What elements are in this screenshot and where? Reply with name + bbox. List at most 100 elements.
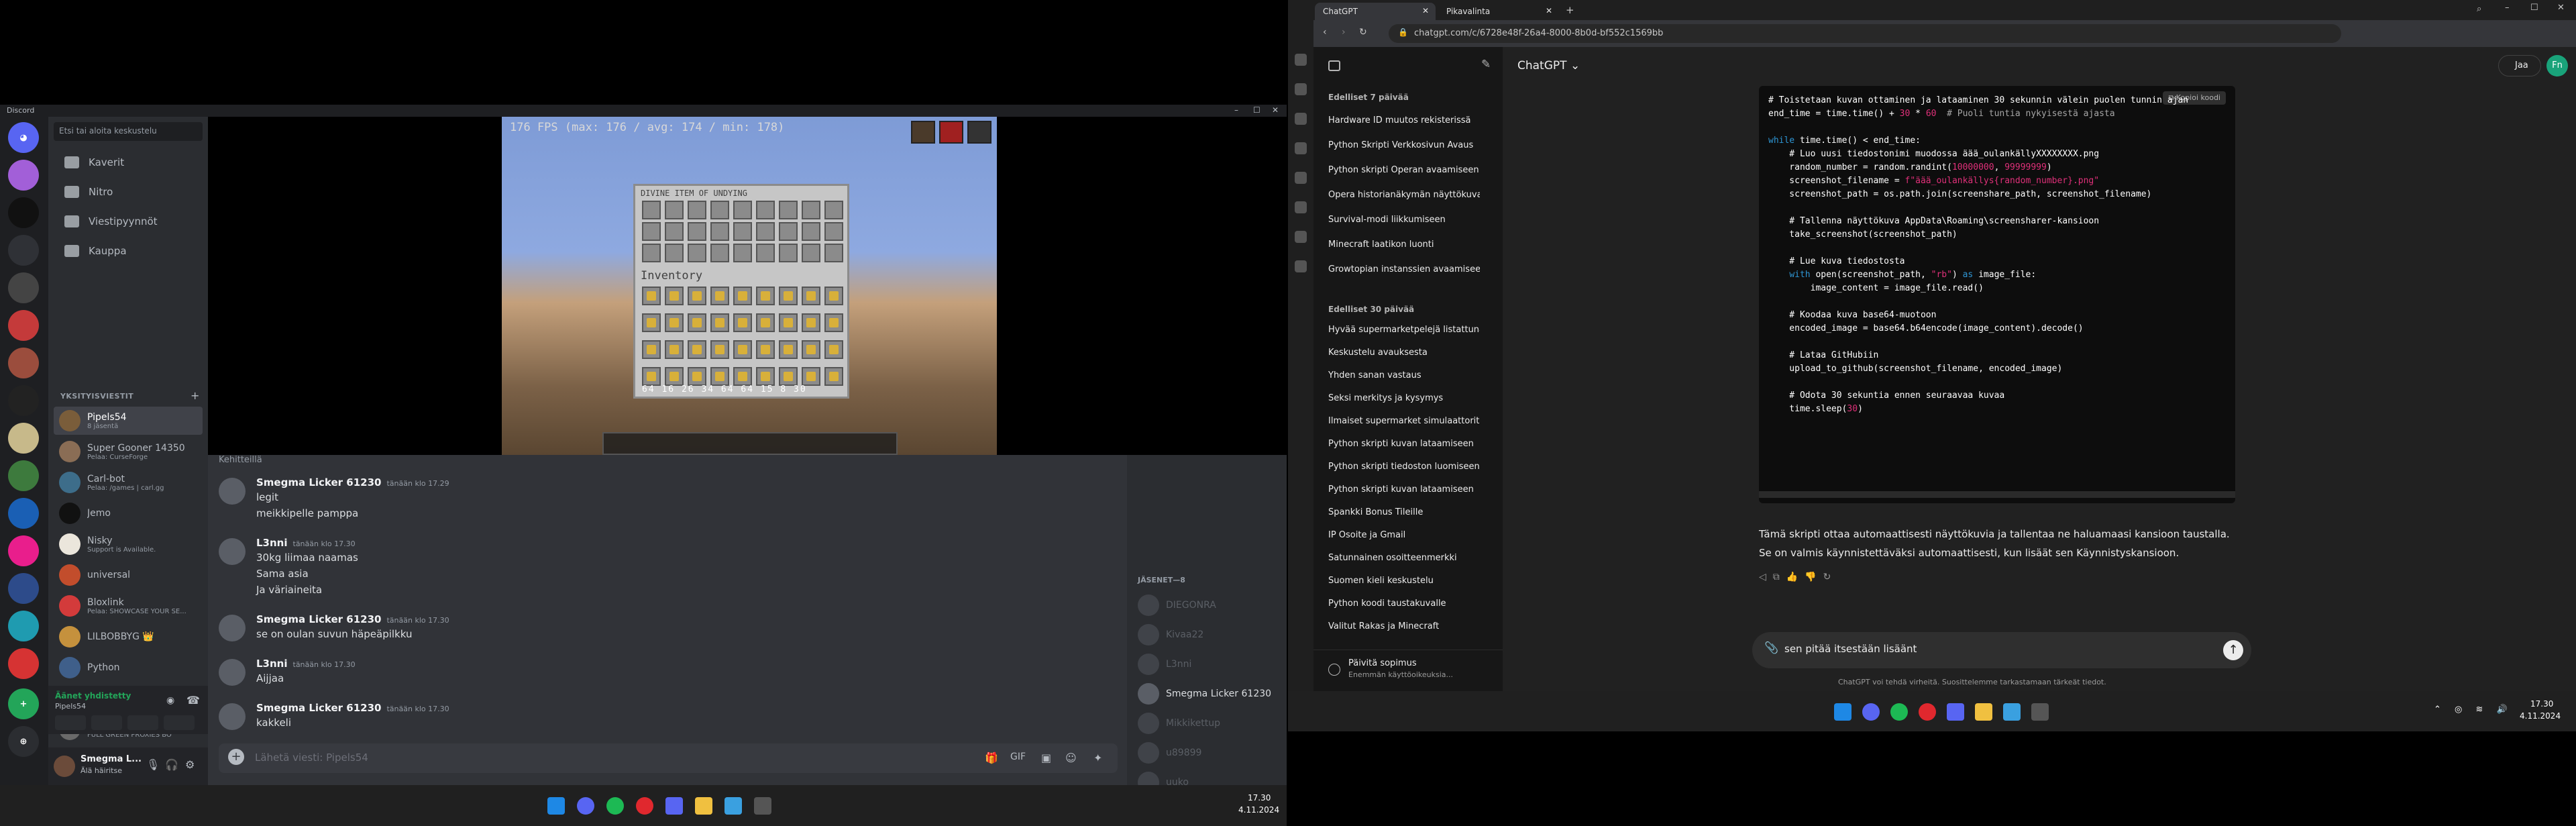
- tab-chatgpt[interactable]: ChatGPT ✕: [1315, 3, 1436, 20]
- conversation-item[interactable]: Satunnainen osoitteenmerkki: [1328, 553, 1480, 563]
- conversation-item[interactable]: Python skripti tiedoston luomiseen: [1328, 462, 1480, 472]
- author-name[interactable]: L3nni: [256, 537, 288, 549]
- discover-icon[interactable]: ⊕: [8, 726, 39, 757]
- horizontal-scrollbar[interactable]: [1759, 491, 2235, 498]
- server-icon[interactable]: [8, 197, 39, 228]
- apps-icon[interactable]: ✦: [1093, 752, 1102, 764]
- server-icon[interactable]: [8, 460, 39, 491]
- start-icon[interactable]: [1834, 703, 1851, 721]
- conversation-item[interactable]: Opera historianäkymän näyttökuva: [1328, 190, 1480, 200]
- app-icon[interactable]: [724, 797, 742, 815]
- tray-icons[interactable]: ⌃ ◎ ≋ 🔊: [2434, 705, 2513, 715]
- opera-icon[interactable]: [636, 797, 653, 815]
- sidebar-icon[interactable]: [1295, 172, 1307, 184]
- sidebar-toggle-icon[interactable]: [1328, 60, 1340, 71]
- conversation-item[interactable]: Python koodi taustakuvalle: [1328, 599, 1480, 609]
- new-tab-icon[interactable]: +: [1566, 4, 1574, 16]
- search-icon[interactable]: ⌕: [2477, 4, 2481, 14]
- conversation-item[interactable]: Survival-modi liikkumiseen: [1328, 215, 1480, 225]
- avatar[interactable]: [54, 756, 75, 777]
- thumbs-down-icon[interactable]: 👎: [1805, 572, 1823, 582]
- close-tab-icon[interactable]: ✕: [1546, 6, 1552, 15]
- gif-icon[interactable]: GIF: [1010, 752, 1026, 762]
- member-item[interactable]: Mikkikettup: [1138, 710, 1279, 737]
- server-icon[interactable]: [8, 535, 39, 566]
- dm-item[interactable]: LILBOBBYG 👑: [54, 623, 203, 651]
- author-name[interactable]: Smegma Licker 61230: [256, 613, 381, 625]
- headphones-icon[interactable]: 🎧: [165, 758, 178, 771]
- message-author[interactable]: Smegma Licker 61230 tänään klo 17.29: [256, 476, 449, 488]
- sidebar-icon[interactable]: [1295, 201, 1307, 213]
- screenshare-button[interactable]: [91, 715, 122, 730]
- conversation-item[interactable]: Growtopian instanssien avaamiseen: [1328, 264, 1480, 274]
- discord-taskbar-icon[interactable]: [1862, 703, 1880, 721]
- start-icon[interactable]: [547, 797, 565, 815]
- member-item[interactable]: L3nni: [1138, 651, 1279, 678]
- author-name[interactable]: L3nni: [256, 658, 288, 670]
- spotify-icon[interactable]: [606, 797, 624, 815]
- conversation-item[interactable]: Yhden sanan vastaus: [1328, 370, 1480, 380]
- back-icon[interactable]: ‹: [1323, 27, 1327, 38]
- reload-icon[interactable]: ↻: [1359, 27, 1367, 38]
- server-icon[interactable]: [8, 310, 39, 341]
- author-name[interactable]: Smegma Licker 61230: [256, 476, 381, 488]
- emoji-icon[interactable]: ☺: [1065, 752, 1077, 764]
- regenerate-icon[interactable]: ↻: [1823, 572, 1838, 582]
- disconnect-icon[interactable]: ☎: [186, 694, 200, 707]
- nav-friends[interactable]: Kaverit: [54, 149, 203, 176]
- conversation-item[interactable]: Keskustelu avauksesta: [1328, 348, 1480, 358]
- new-dm-icon[interactable]: +: [191, 389, 199, 402]
- conversation-item[interactable]: Hardware ID muutos rekisterissä: [1328, 115, 1480, 125]
- terminal-icon[interactable]: [2031, 703, 2049, 721]
- dm-item[interactable]: Carl-bot Pelaa: /games | carl.gg: [54, 468, 203, 497]
- server-icon[interactable]: [8, 235, 39, 266]
- dm-item[interactable]: Super Gooner 14350 Pelaa: CurseForge: [54, 437, 203, 466]
- close-tab-icon[interactable]: ✕: [1422, 6, 1429, 15]
- video-button[interactable]: [55, 715, 86, 730]
- avatar[interactable]: [219, 478, 246, 505]
- member-item[interactable]: DIEGONRA: [1138, 592, 1279, 619]
- avatar[interactable]: [219, 538, 246, 565]
- conversation-item[interactable]: Spankki Bonus Tileille: [1328, 507, 1480, 517]
- close-icon[interactable]: ✕: [2557, 3, 2565, 13]
- app-icon[interactable]: [2003, 703, 2021, 721]
- upgrade-panel[interactable]: Päivitä sopimus Enemmän käyttöoikeuksia.…: [1313, 650, 1503, 691]
- message-author[interactable]: L3nni tänään klo 17.30: [256, 658, 356, 670]
- conversation-item[interactable]: Seksi merkitys ja kysymys: [1328, 393, 1480, 403]
- add-server-icon[interactable]: +: [8, 688, 39, 719]
- server-icon[interactable]: [8, 498, 39, 529]
- dm-item[interactable]: Bloxlink Pelaa: SHOWCASE YOUR SE...: [54, 592, 203, 620]
- dm-item[interactable]: Nisky Support is Available.: [54, 530, 203, 558]
- message-author[interactable]: Smegma Licker 61230 tänään klo 17.30: [256, 702, 449, 714]
- nav-shop[interactable]: Kauppa: [54, 238, 203, 264]
- member-item[interactable]: u89899: [1138, 739, 1279, 766]
- opera-icon[interactable]: [1919, 703, 1936, 721]
- message-author[interactable]: Smegma Licker 61230 tänään klo 17.30: [256, 613, 449, 625]
- avatar[interactable]: [219, 703, 246, 730]
- conversation-item[interactable]: IP Osoite ja Gmail: [1328, 530, 1480, 540]
- dm-item[interactable]: Pipels54 8 jäsentä: [54, 407, 203, 435]
- sidebar-icon[interactable]: [1295, 260, 1307, 272]
- sidebar-icon[interactable]: [1295, 83, 1307, 95]
- avatar[interactable]: [219, 659, 246, 686]
- new-chat-icon[interactable]: ✎: [1481, 58, 1491, 71]
- avatar[interactable]: Fn: [2546, 55, 2568, 76]
- attach-icon[interactable]: 📎: [1764, 641, 1778, 655]
- send-button[interactable]: ↑: [2223, 640, 2243, 660]
- author-name[interactable]: Smegma Licker 61230: [256, 702, 381, 714]
- discord-taskbar-icon[interactable]: [577, 797, 594, 815]
- conversation-item[interactable]: Hyvää supermarketpelejä listattuna: [1328, 325, 1480, 335]
- dm-item[interactable]: Jemo: [54, 499, 203, 527]
- server-icon[interactable]: [8, 160, 39, 191]
- stream-view[interactable]: 176 FPS (max: 176 / avg: 174 / min: 178)…: [208, 117, 1287, 455]
- member-item[interactable]: Smegma Licker 61230: [1138, 680, 1279, 707]
- conversation-item[interactable]: Python Skripti Verkkosivun Avaus: [1328, 140, 1480, 150]
- attach-icon[interactable]: +: [228, 749, 244, 765]
- spotify-icon[interactable]: [1890, 703, 1908, 721]
- share-button[interactable]: Jaa: [2498, 55, 2541, 76]
- message-author[interactable]: L3nni tänään klo 17.30: [256, 537, 356, 549]
- server-icon[interactable]: [8, 385, 39, 416]
- sidebar-icon[interactable]: [1295, 142, 1307, 154]
- sidebar-icon[interactable]: [1295, 54, 1307, 66]
- sidebar-icon[interactable]: [1295, 231, 1307, 243]
